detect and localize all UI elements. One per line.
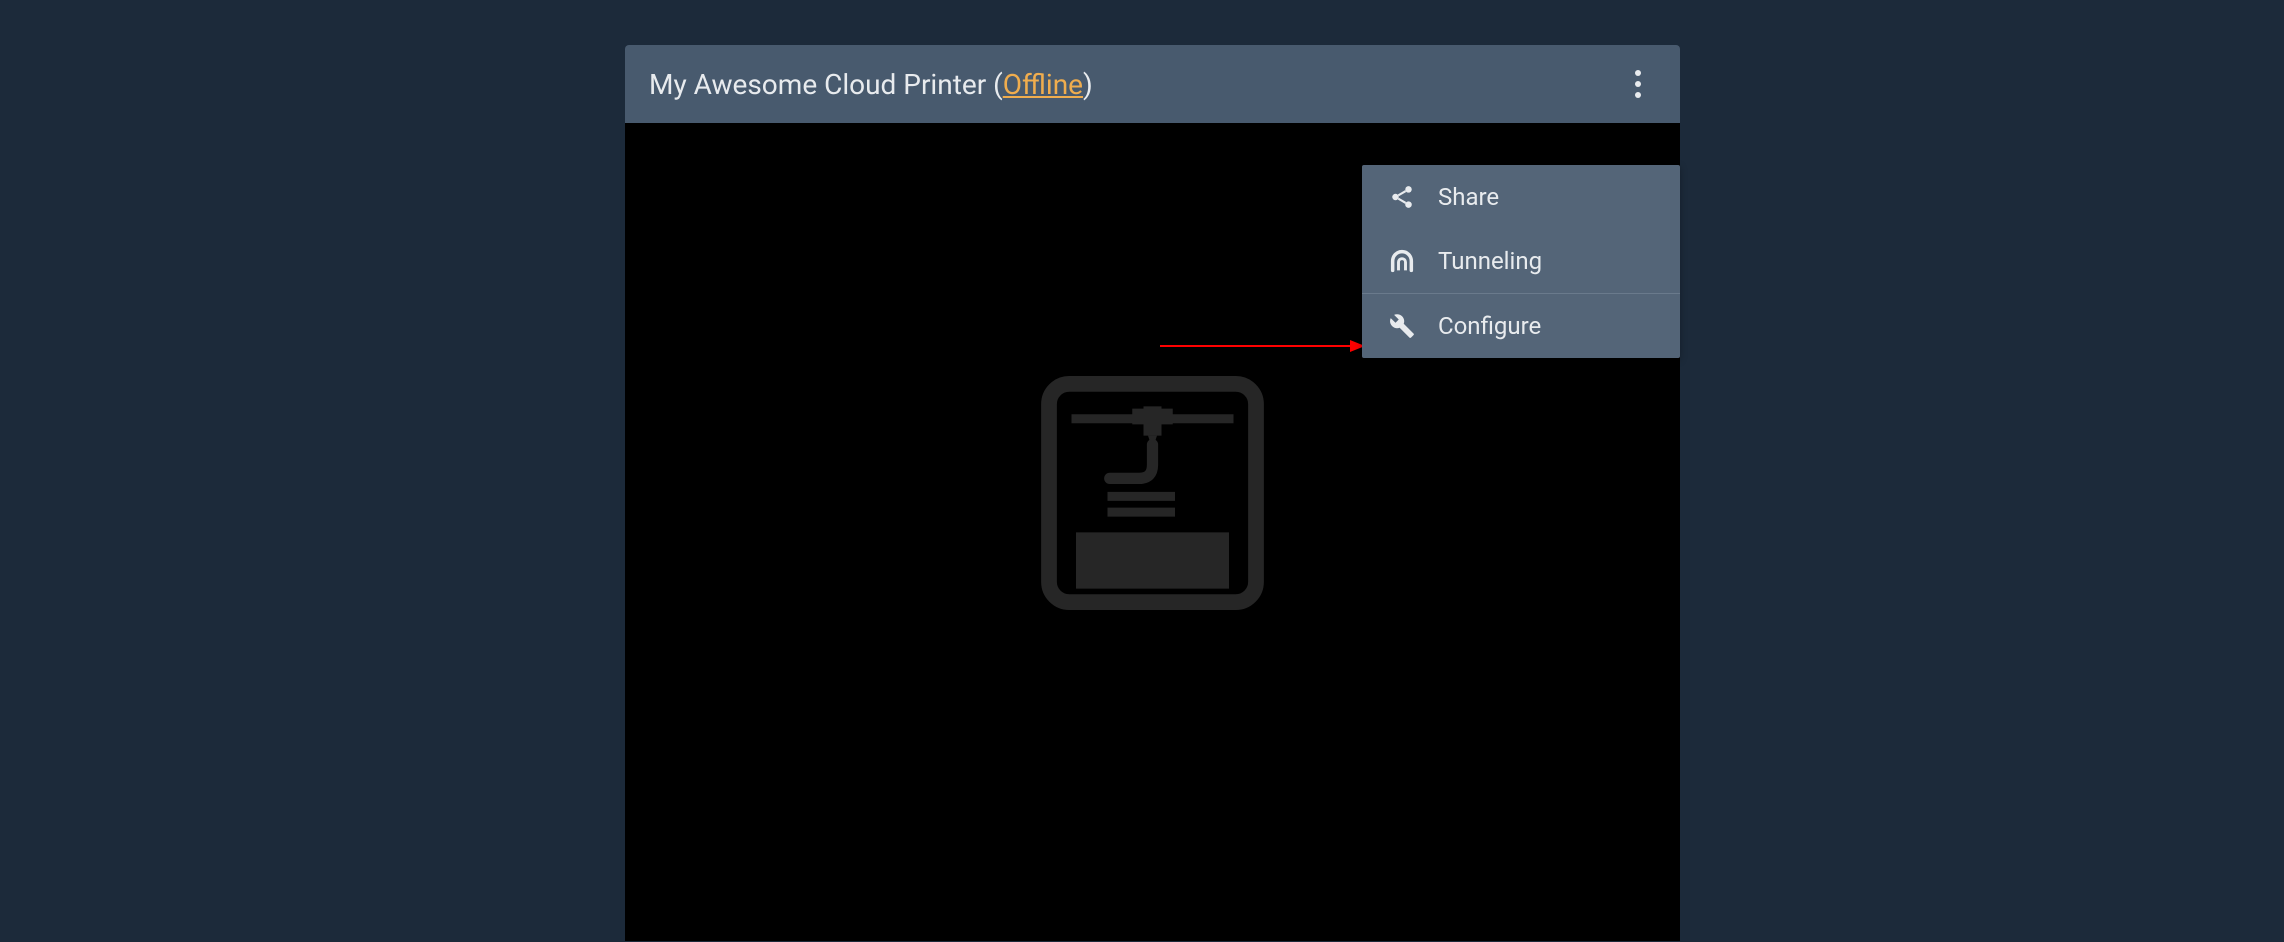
menu-label: Share: [1438, 183, 1499, 211]
more-menu-button[interactable]: [1620, 66, 1656, 102]
printer-placeholder-icon: [1040, 373, 1265, 613]
printer-name: My Awesome Cloud Printer: [649, 68, 986, 101]
menu-item-configure[interactable]: Configure: [1362, 294, 1680, 358]
wrench-icon: [1388, 312, 1416, 340]
tunnel-icon: [1388, 247, 1416, 275]
card-header: My Awesome Cloud Printer ( Offline ): [625, 45, 1680, 123]
menu-label: Tunneling: [1438, 247, 1542, 275]
printer-title: My Awesome Cloud Printer ( Offline ): [649, 68, 1093, 101]
share-icon: [1388, 183, 1416, 211]
annotation-arrow-icon: [1160, 336, 1370, 356]
printer-status-link[interactable]: Offline: [1003, 68, 1083, 101]
menu-item-tunneling[interactable]: Tunneling: [1362, 229, 1680, 293]
menu-item-share[interactable]: Share: [1362, 165, 1680, 229]
printer-card: My Awesome Cloud Printer ( Offline ): [625, 45, 1680, 941]
printer-menu-dropdown: Share Tunneling Configure: [1362, 165, 1680, 358]
kebab-icon: [1635, 70, 1641, 98]
menu-label: Configure: [1438, 312, 1541, 340]
